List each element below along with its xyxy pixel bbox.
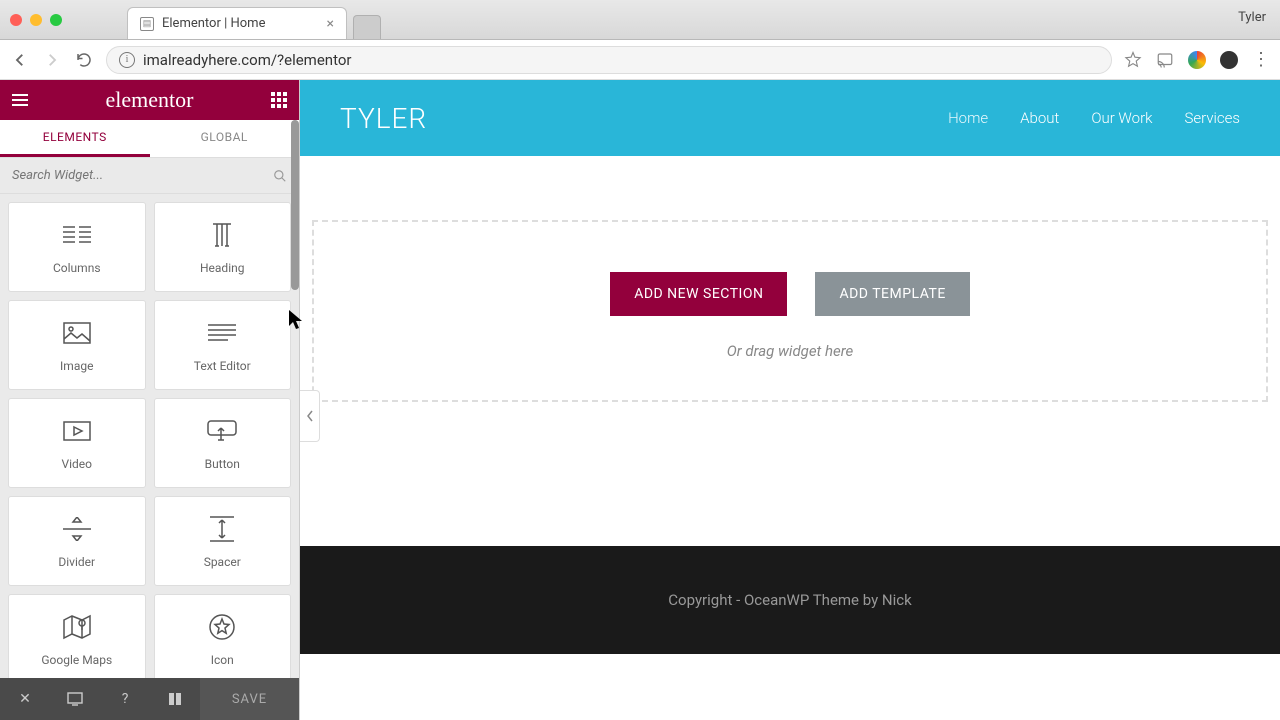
- site-header: TYLER Home About Our Work Services: [300, 80, 1280, 156]
- browser-tab[interactable]: ▤ Elementor | Home ×: [127, 7, 347, 39]
- site-footer: Copyright - OceanWP Theme by Nick: [300, 546, 1280, 654]
- site-title: TYLER: [340, 102, 427, 135]
- heading-icon: [206, 219, 238, 251]
- nav-link-home[interactable]: Home: [948, 109, 988, 127]
- widget-heading[interactable]: Heading: [154, 202, 292, 292]
- minimize-window-button[interactable]: [30, 14, 42, 26]
- drop-area[interactable]: ADD NEW SECTION ADD TEMPLATE Or drag wid…: [312, 220, 1268, 402]
- window-titlebar: ▤ Elementor | Home × Tyler: [0, 0, 1280, 40]
- page-icon: ▤: [140, 17, 154, 31]
- footer-copyright: Copyright - OceanWP Theme by Nick: [668, 591, 911, 609]
- tab-global[interactable]: GLOBAL: [150, 120, 300, 157]
- browser-menu-button[interactable]: ⋮: [1252, 49, 1270, 70]
- panel-tabs: ELEMENTS GLOBAL: [0, 120, 299, 158]
- tab-title: Elementor | Home: [162, 16, 265, 31]
- widget-button[interactable]: Button: [154, 398, 292, 488]
- nav-link-services[interactable]: Services: [1184, 109, 1240, 127]
- widget-label: Text Editor: [194, 359, 251, 373]
- maps-icon: [61, 611, 93, 643]
- button-icon: [206, 415, 238, 447]
- panel-header: elementor: [0, 80, 299, 120]
- widget-label: Google Maps: [41, 653, 112, 667]
- address-bar[interactable]: i imalreadyhere.com/?elementor: [106, 46, 1112, 74]
- spacer-icon: [206, 513, 238, 545]
- forward-button[interactable]: [42, 50, 62, 70]
- widget-google-maps[interactable]: Google Maps: [8, 594, 146, 678]
- widget-label: Columns: [53, 261, 101, 275]
- widget-spacer[interactable]: Spacer: [154, 496, 292, 586]
- star-icon: [206, 611, 238, 643]
- widget-label: Icon: [211, 653, 234, 667]
- widget-divider[interactable]: Divider: [8, 496, 146, 586]
- columns-icon: [61, 219, 93, 251]
- widget-text-editor[interactable]: Text Editor: [154, 300, 292, 390]
- close-tab-button[interactable]: ×: [327, 16, 334, 32]
- search-widget-input[interactable]: [12, 168, 273, 183]
- widget-image[interactable]: Image: [8, 300, 146, 390]
- widget-label: Button: [205, 457, 240, 471]
- profile-name[interactable]: Tyler: [1238, 10, 1266, 25]
- widget-label: Heading: [200, 261, 245, 275]
- widget-video[interactable]: Video: [8, 398, 146, 488]
- nav-link-about[interactable]: About: [1020, 109, 1059, 127]
- site-info-icon[interactable]: i: [119, 52, 135, 68]
- extension-icon-1[interactable]: [1188, 51, 1206, 69]
- panel-scrollbar[interactable]: [291, 120, 299, 290]
- panel-menu-button[interactable]: [12, 94, 28, 106]
- bookmark-star-icon[interactable]: [1124, 51, 1142, 69]
- site-nav: Home About Our Work Services: [948, 109, 1240, 127]
- new-tab-button[interactable]: [353, 15, 381, 39]
- add-template-button[interactable]: ADD TEMPLATE: [815, 272, 969, 316]
- url-text: imalreadyhere.com/?elementor: [143, 51, 1099, 69]
- widget-label: Video: [61, 457, 92, 471]
- widget-columns[interactable]: Columns: [8, 202, 146, 292]
- traffic-lights: [10, 14, 62, 26]
- elementor-panel: elementor ELEMENTS GLOBAL Columns Headin…: [0, 80, 300, 720]
- collapse-panel-handle[interactable]: [300, 390, 320, 442]
- help-button[interactable]: ?: [100, 678, 150, 720]
- reload-button[interactable]: [74, 50, 94, 70]
- add-new-section-button[interactable]: ADD NEW SECTION: [610, 272, 787, 316]
- search-icon[interactable]: [273, 169, 287, 183]
- search-widget-wrap: [0, 158, 299, 194]
- image-icon: [61, 317, 93, 349]
- divider-icon: [61, 513, 93, 545]
- widget-label: Image: [60, 359, 93, 373]
- panel-grid-button[interactable]: [271, 92, 287, 108]
- elementor-logo: elementor: [106, 87, 194, 113]
- templates-button[interactable]: [150, 678, 200, 720]
- widget-label: Spacer: [204, 555, 241, 569]
- extension-icon-2[interactable]: [1220, 51, 1238, 69]
- responsive-button[interactable]: [50, 678, 100, 720]
- close-panel-button[interactable]: ✕: [0, 678, 50, 720]
- browser-toolbar: i imalreadyhere.com/?elementor ⋮: [0, 40, 1280, 80]
- cast-icon[interactable]: [1156, 51, 1174, 69]
- panel-footer: ✕ ? SAVE: [0, 678, 299, 720]
- text-editor-icon: [206, 317, 238, 349]
- nav-link-our-work[interactable]: Our Work: [1091, 109, 1152, 127]
- back-button[interactable]: [10, 50, 30, 70]
- editor-canvas: TYLER Home About Our Work Services ADD N…: [300, 80, 1280, 720]
- widget-label: Divider: [58, 555, 95, 569]
- save-button[interactable]: SAVE: [200, 678, 299, 720]
- widget-icon[interactable]: Icon: [154, 594, 292, 678]
- video-icon: [61, 415, 93, 447]
- close-window-button[interactable]: [10, 14, 22, 26]
- widgets-grid: Columns Heading Image Text Editor Video …: [0, 194, 299, 678]
- maximize-window-button[interactable]: [50, 14, 62, 26]
- tab-elements[interactable]: ELEMENTS: [0, 120, 150, 157]
- drop-hint-text: Or drag widget here: [334, 342, 1246, 360]
